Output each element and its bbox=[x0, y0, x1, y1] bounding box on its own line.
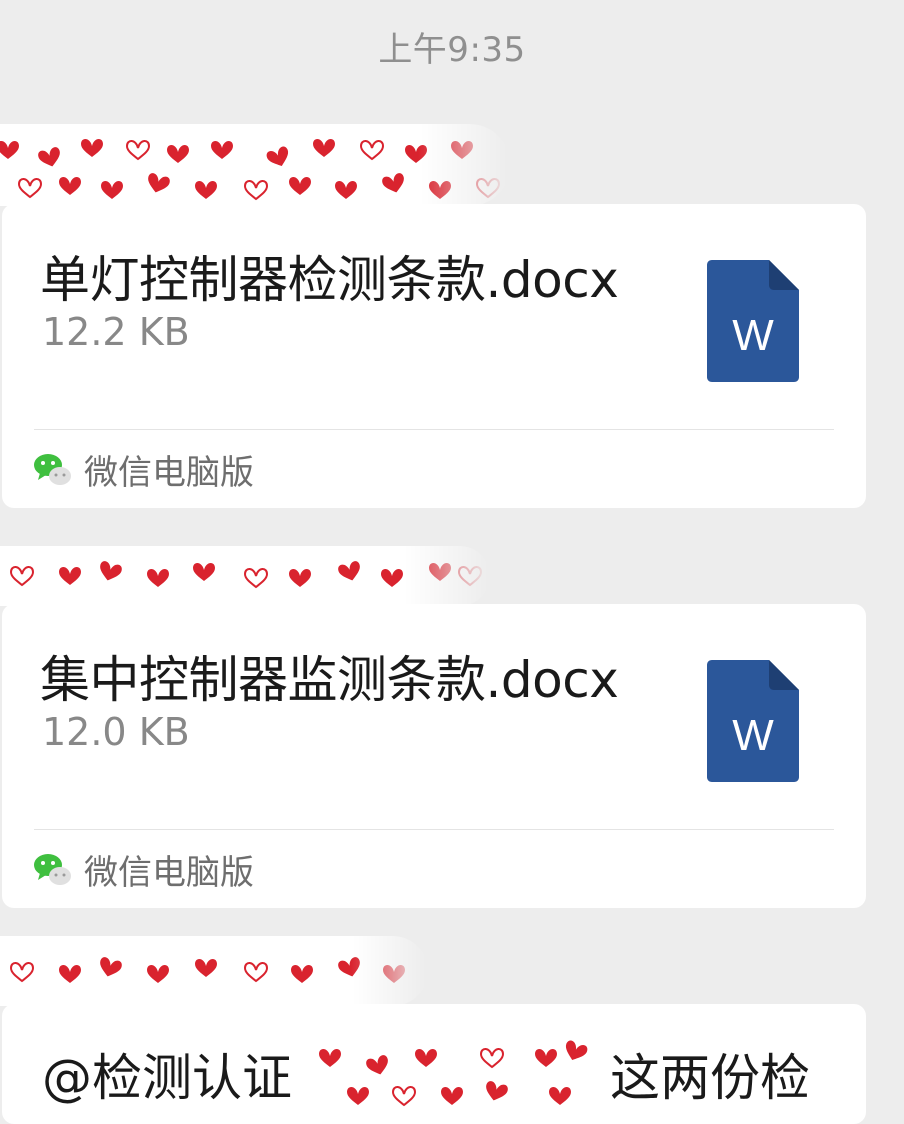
svg-text:W: W bbox=[732, 711, 774, 760]
source-app-row: 微信电脑版 bbox=[32, 444, 254, 494]
source-app-label: 微信电脑版 bbox=[84, 452, 254, 493]
file-name: 单灯控制器检测条款.docx bbox=[40, 251, 619, 309]
sender-redaction-hearts bbox=[0, 124, 510, 206]
file-message-bubble[interactable]: 单灯控制器检测条款.docx 12.2 KB W 微信电脑版 bbox=[2, 204, 866, 508]
file-size: 12.2 KB bbox=[42, 310, 190, 354]
message-timestamp: 上午9:35 bbox=[378, 30, 526, 70]
word-doc-icon: W bbox=[707, 660, 799, 782]
message-text-end: 这两份检 bbox=[610, 1049, 810, 1107]
bubble-divider bbox=[34, 829, 834, 830]
text-message-bubble[interactable]: @检测认证 这两份检 bbox=[2, 1004, 866, 1124]
svg-text:W: W bbox=[732, 311, 774, 360]
file-name: 集中控制器监测条款.docx bbox=[40, 651, 619, 709]
wechat-icon bbox=[34, 454, 71, 485]
source-app-row: 微信电脑版 bbox=[32, 844, 254, 894]
file-message-bubble[interactable]: 集中控制器监测条款.docx 12.0 KB W 微信电脑版 bbox=[2, 604, 866, 908]
source-app-label: 微信电脑版 bbox=[84, 852, 254, 893]
bubble-divider bbox=[34, 429, 834, 430]
sender-redaction-hearts bbox=[0, 546, 490, 606]
wechat-icon bbox=[34, 854, 71, 885]
mention-redaction-hearts bbox=[302, 1014, 602, 1114]
sender-redaction-hearts bbox=[0, 936, 428, 1006]
word-doc-icon: W bbox=[707, 260, 799, 382]
file-size: 12.0 KB bbox=[42, 710, 190, 754]
message-text-start: @检测认证 bbox=[42, 1049, 292, 1107]
